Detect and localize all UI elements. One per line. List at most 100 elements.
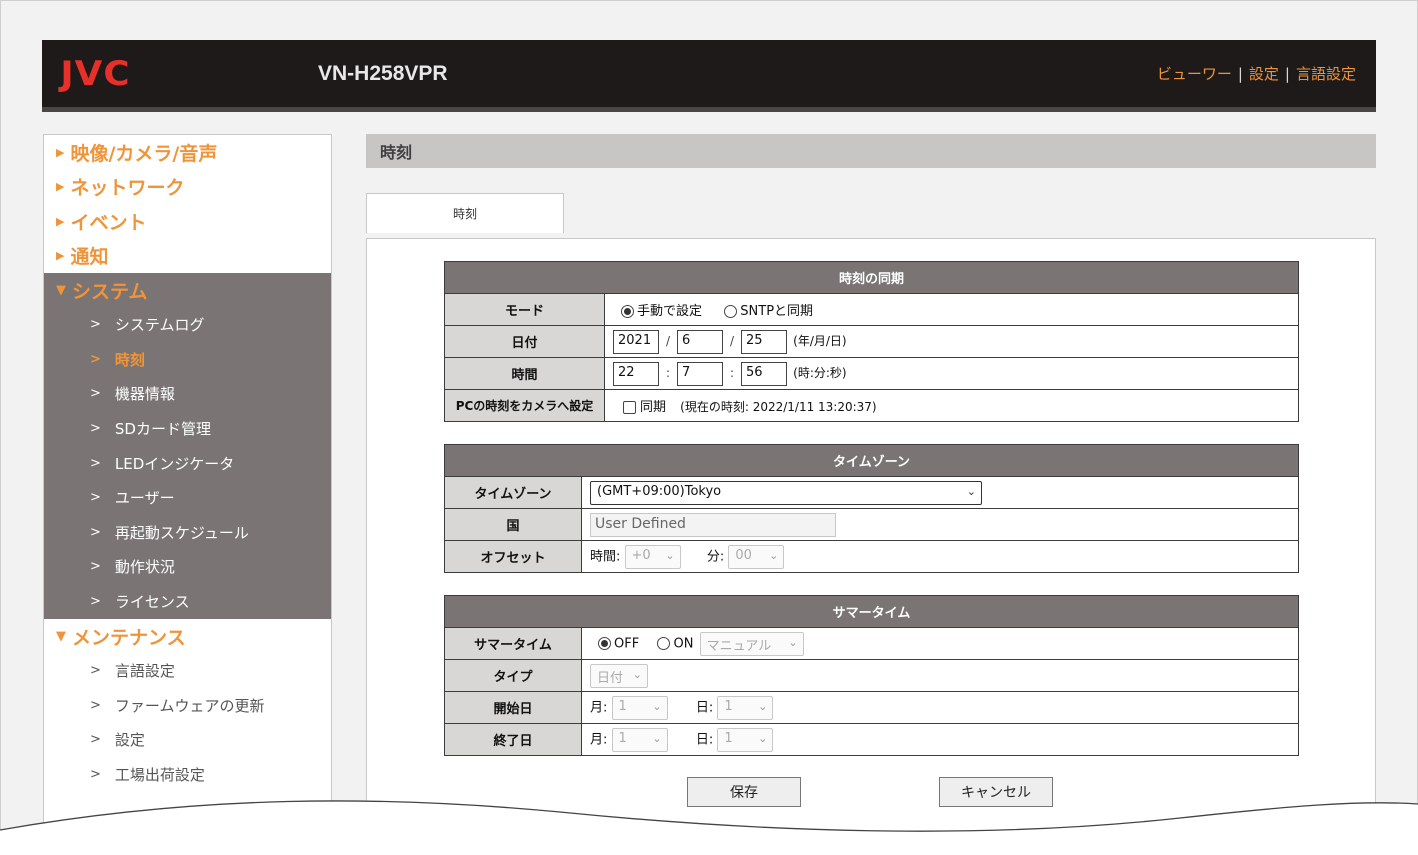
sidebar-item-status[interactable]: > 動作状況	[44, 550, 331, 585]
hour-input[interactable]: 22	[613, 361, 659, 386]
chevron-right-icon: >	[90, 663, 101, 679]
sidebar-category-system[interactable]: ▼ システム	[44, 273, 331, 308]
offset-hour-select: +0 ⌄	[624, 544, 681, 569]
summer-time-label: サマータイム	[444, 627, 582, 660]
type-value: 日付	[597, 670, 624, 686]
mode-sntp-label: SNTPと同期	[740, 304, 814, 319]
top-header: JVC VN-H258VPR ビューワー | 設定 | 言語設定	[42, 40, 1376, 112]
second-input[interactable]: 56	[741, 361, 787, 386]
section-header: タイムゾーン	[444, 444, 1299, 477]
chevron-right-icon: >	[90, 594, 101, 610]
month-label: 月:	[590, 732, 608, 747]
chevron-right-icon: >	[90, 524, 101, 540]
chevron-down-icon: ⌄	[652, 731, 662, 745]
sidebar-item-label: 工場出荷設定	[114, 765, 205, 784]
sidebar-item-license[interactable]: > ライセンス	[44, 584, 331, 619]
torn-edge-decoration	[0, 800, 1418, 855]
summer-time-table: サマータイム サマータイム OFF ON マニュアル ⌄ タイプ 日付 ⌄ 開始日 …	[444, 595, 1299, 756]
offset-hour-value: +0	[631, 547, 651, 563]
triangle-down-icon: ▼	[56, 628, 66, 644]
sidebar-item-reboot-schedule[interactable]: > 再起動スケジュール	[44, 515, 331, 550]
day-input[interactable]: 25	[741, 329, 787, 354]
tab-time[interactable]: 時刻	[366, 193, 564, 233]
sidebar: ▶ 映像/カメラ/音声 ▶ ネットワーク ▶ イベント ▶ 通知 ▼ システム …	[43, 134, 332, 834]
mode-manual-radio[interactable]	[621, 305, 634, 318]
offset-min-value: 00	[735, 547, 752, 563]
offset-min-select: 00 ⌄	[728, 544, 785, 569]
end-month-value: 1	[618, 730, 627, 746]
summer-on-radio[interactable]	[657, 637, 671, 650]
month-input[interactable]: 6	[677, 329, 723, 354]
start-day-select: 1 ⌄	[717, 695, 774, 720]
chevron-right-icon: >	[90, 455, 101, 471]
start-month-value: 1	[618, 698, 627, 714]
mode-sntp-radio[interactable]	[724, 305, 738, 318]
mode-label: モード	[444, 293, 605, 326]
sidebar-item-label: SDカード管理	[114, 420, 211, 439]
sidebar-item-firmware[interactable]: > ファームウェアの更新	[44, 688, 331, 723]
sidebar-item-users[interactable]: > ユーザー	[44, 480, 331, 515]
viewer-link[interactable]: ビューワー	[1157, 63, 1232, 84]
time-unit: (時:分:秒)	[793, 366, 847, 380]
mode-manual-label: 手動で設定	[637, 304, 703, 319]
sidebar-category-label: メンテナンス	[72, 626, 186, 649]
chevron-right-icon: >	[90, 559, 101, 575]
settings-link[interactable]: 設定	[1249, 63, 1279, 84]
jvc-logo: JVC	[60, 54, 131, 94]
summer-mode-value: マニュアル	[706, 638, 772, 654]
end-date-field: 月: 1 ⌄ 日: 1 ⌄	[581, 723, 1299, 756]
end-month-select: 1 ⌄	[611, 727, 668, 752]
sidebar-item-label: ファームウェアの更新	[114, 696, 265, 715]
sidebar-category-label: ネットワーク	[70, 177, 185, 200]
sidebar-item-device-info[interactable]: > 機器情報	[44, 377, 331, 412]
sidebar-category-video[interactable]: ▶ 映像/カメラ/音声	[44, 135, 331, 170]
sidebar-category-label: システム	[72, 280, 148, 303]
timezone-label: タイムゾーン	[444, 476, 582, 509]
year-input[interactable]: 2021	[613, 329, 659, 354]
time-sync-table: 時刻の同期 モード 手動で設定 SNTPと同期 日付 2021 / 6 / 25 (年/…	[444, 261, 1299, 422]
content-panel: 時刻の同期 モード 手動で設定 SNTPと同期 日付 2021 / 6 / 25 (年/…	[366, 238, 1376, 838]
language-link[interactable]: 言語設定	[1296, 63, 1356, 84]
divider: |	[1237, 64, 1243, 83]
sidebar-item-system-log[interactable]: > システムログ	[44, 308, 331, 343]
sidebar-category-event[interactable]: ▶ イベント	[44, 204, 331, 239]
minute-input[interactable]: 7	[677, 361, 723, 386]
offset-label: オフセット	[444, 540, 582, 573]
sidebar-item-sd-card[interactable]: > SDカード管理	[44, 411, 331, 446]
sidebar-item-factory-reset[interactable]: > 工場出荷設定	[44, 757, 331, 792]
mode-field: 手動で設定 SNTPと同期	[604, 293, 1299, 326]
pc-sync-field: 同期 (現在の時刻: 2022/1/11 13:20:37)	[604, 389, 1299, 422]
end-date-label: 終了日	[444, 723, 582, 756]
chevron-down-icon: ⌄	[632, 667, 642, 681]
summer-off-radio[interactable]	[598, 637, 611, 650]
section-header: 時刻の同期	[444, 261, 1299, 294]
chevron-down-icon: ⌄	[758, 699, 768, 713]
sidebar-category-network[interactable]: ▶ ネットワーク	[44, 170, 331, 205]
time-label: 時間	[444, 357, 605, 390]
sidebar-category-maintenance[interactable]: ▼ メンテナンス	[44, 619, 331, 654]
sidebar-item-settings[interactable]: > 設定	[44, 723, 331, 758]
triangle-right-icon: ▶	[56, 249, 65, 263]
triangle-right-icon: ▶	[56, 214, 65, 228]
summer-time-field: OFF ON マニュアル ⌄	[581, 627, 1299, 660]
sidebar-item-time[interactable]: > 時刻	[44, 342, 331, 377]
sidebar-maintenance-block: ▼ メンテナンス > 言語設定 > ファームウェアの更新 > 設定 > 工場出荷設定	[44, 619, 331, 792]
timezone-select-value: (GMT+09:00)Tokyo	[597, 483, 722, 499]
separator: :	[729, 366, 735, 380]
section-header: サマータイム	[444, 595, 1299, 628]
timezone-table: タイムゾーン タイムゾーン (GMT+09:00)Tokyo ⌄ 国 User D…	[444, 444, 1299, 573]
pc-sync-checkbox[interactable]	[623, 401, 636, 414]
chevron-right-icon: >	[90, 317, 101, 333]
summer-on-label: ON	[673, 636, 694, 651]
sidebar-item-label: 再起動スケジュール	[114, 523, 249, 542]
timezone-field: (GMT+09:00)Tokyo ⌄	[581, 476, 1299, 509]
timezone-select[interactable]: (GMT+09:00)Tokyo ⌄	[590, 480, 982, 505]
chevron-down-icon: ⌄	[769, 548, 779, 562]
sidebar-category-notify[interactable]: ▶ 通知	[44, 239, 331, 274]
day-label: 日:	[695, 732, 714, 747]
sidebar-item-language[interactable]: > 言語設定	[44, 653, 331, 688]
type-label: タイプ	[444, 659, 582, 692]
chevron-right-icon: >	[90, 351, 101, 367]
sidebar-item-label: システムログ	[114, 316, 205, 335]
sidebar-item-led[interactable]: > LEDインジケータ	[44, 446, 331, 481]
